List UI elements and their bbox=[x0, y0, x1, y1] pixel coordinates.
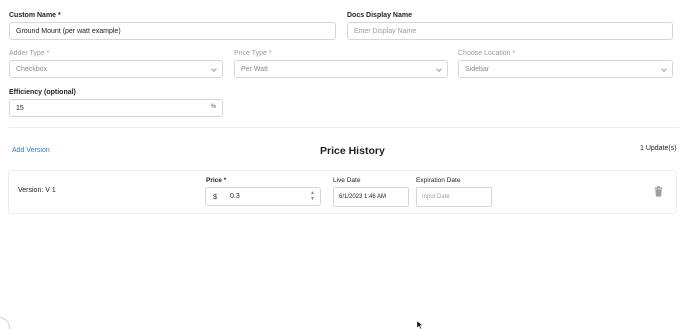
efficiency-label: Efficiency (optional) bbox=[9, 89, 76, 96]
price-input[interactable]: $ 0.3 ▲ ▼ bbox=[205, 187, 321, 206]
section-divider bbox=[9, 127, 679, 128]
spinner-arrows-icon[interactable]: ▲ ▼ bbox=[310, 190, 315, 202]
price-history-title: Price History bbox=[320, 145, 385, 157]
adder-type-label: Adder Type * bbox=[9, 50, 50, 57]
trash-icon[interactable] bbox=[654, 186, 663, 197]
choose-location-select[interactable]: Sidebar bbox=[458, 60, 673, 78]
percent-suffix: % bbox=[210, 104, 216, 110]
price-type-label: Price Type * bbox=[234, 50, 272, 57]
expiration-date-label: Expiration Date bbox=[416, 177, 461, 184]
chevron-down-icon bbox=[661, 66, 667, 72]
efficiency-value: 15 bbox=[16, 104, 24, 112]
updates-count: 1 Update(s) bbox=[640, 145, 677, 152]
custom-name-label: Custom Name * bbox=[9, 12, 61, 19]
price-label: Price * bbox=[206, 177, 227, 184]
version-label: Version: V 1 bbox=[18, 187, 56, 194]
adder-type-value: Checkbox bbox=[16, 65, 48, 73]
docs-display-name-input[interactable]: Enter Display Name bbox=[347, 22, 673, 40]
currency-symbol: $ bbox=[213, 192, 218, 201]
price-type-select[interactable]: Per Watt bbox=[234, 60, 448, 78]
docs-display-name-label: Docs Display Name bbox=[347, 12, 412, 19]
expiration-date-input[interactable]: Input Date bbox=[416, 187, 492, 207]
live-date-input[interactable]: 6/1/2023 1:46 AM bbox=[333, 187, 409, 207]
efficiency-input[interactable]: 15 % bbox=[9, 99, 223, 117]
mouse-cursor-icon bbox=[417, 321, 423, 329]
live-date-label: Live Date bbox=[333, 177, 361, 184]
version-card: Version: V 1 Price * $ 0.3 ▲ ▼ Live Date … bbox=[8, 170, 677, 214]
price-value: 0.3 bbox=[230, 193, 240, 200]
choose-location-label: Choose Location * bbox=[458, 50, 516, 57]
chevron-down-icon bbox=[436, 66, 442, 72]
chevron-down-icon bbox=[211, 66, 217, 72]
choose-location-value: Sidebar bbox=[465, 65, 490, 73]
adder-type-select[interactable]: Checkbox bbox=[9, 60, 223, 78]
custom-name-input[interactable]: Ground Mount (per watt example) bbox=[9, 22, 336, 40]
corner-decoration bbox=[0, 317, 10, 329]
price-type-value: Per Watt bbox=[241, 65, 268, 73]
add-version-link[interactable]: Add Version bbox=[12, 147, 50, 154]
